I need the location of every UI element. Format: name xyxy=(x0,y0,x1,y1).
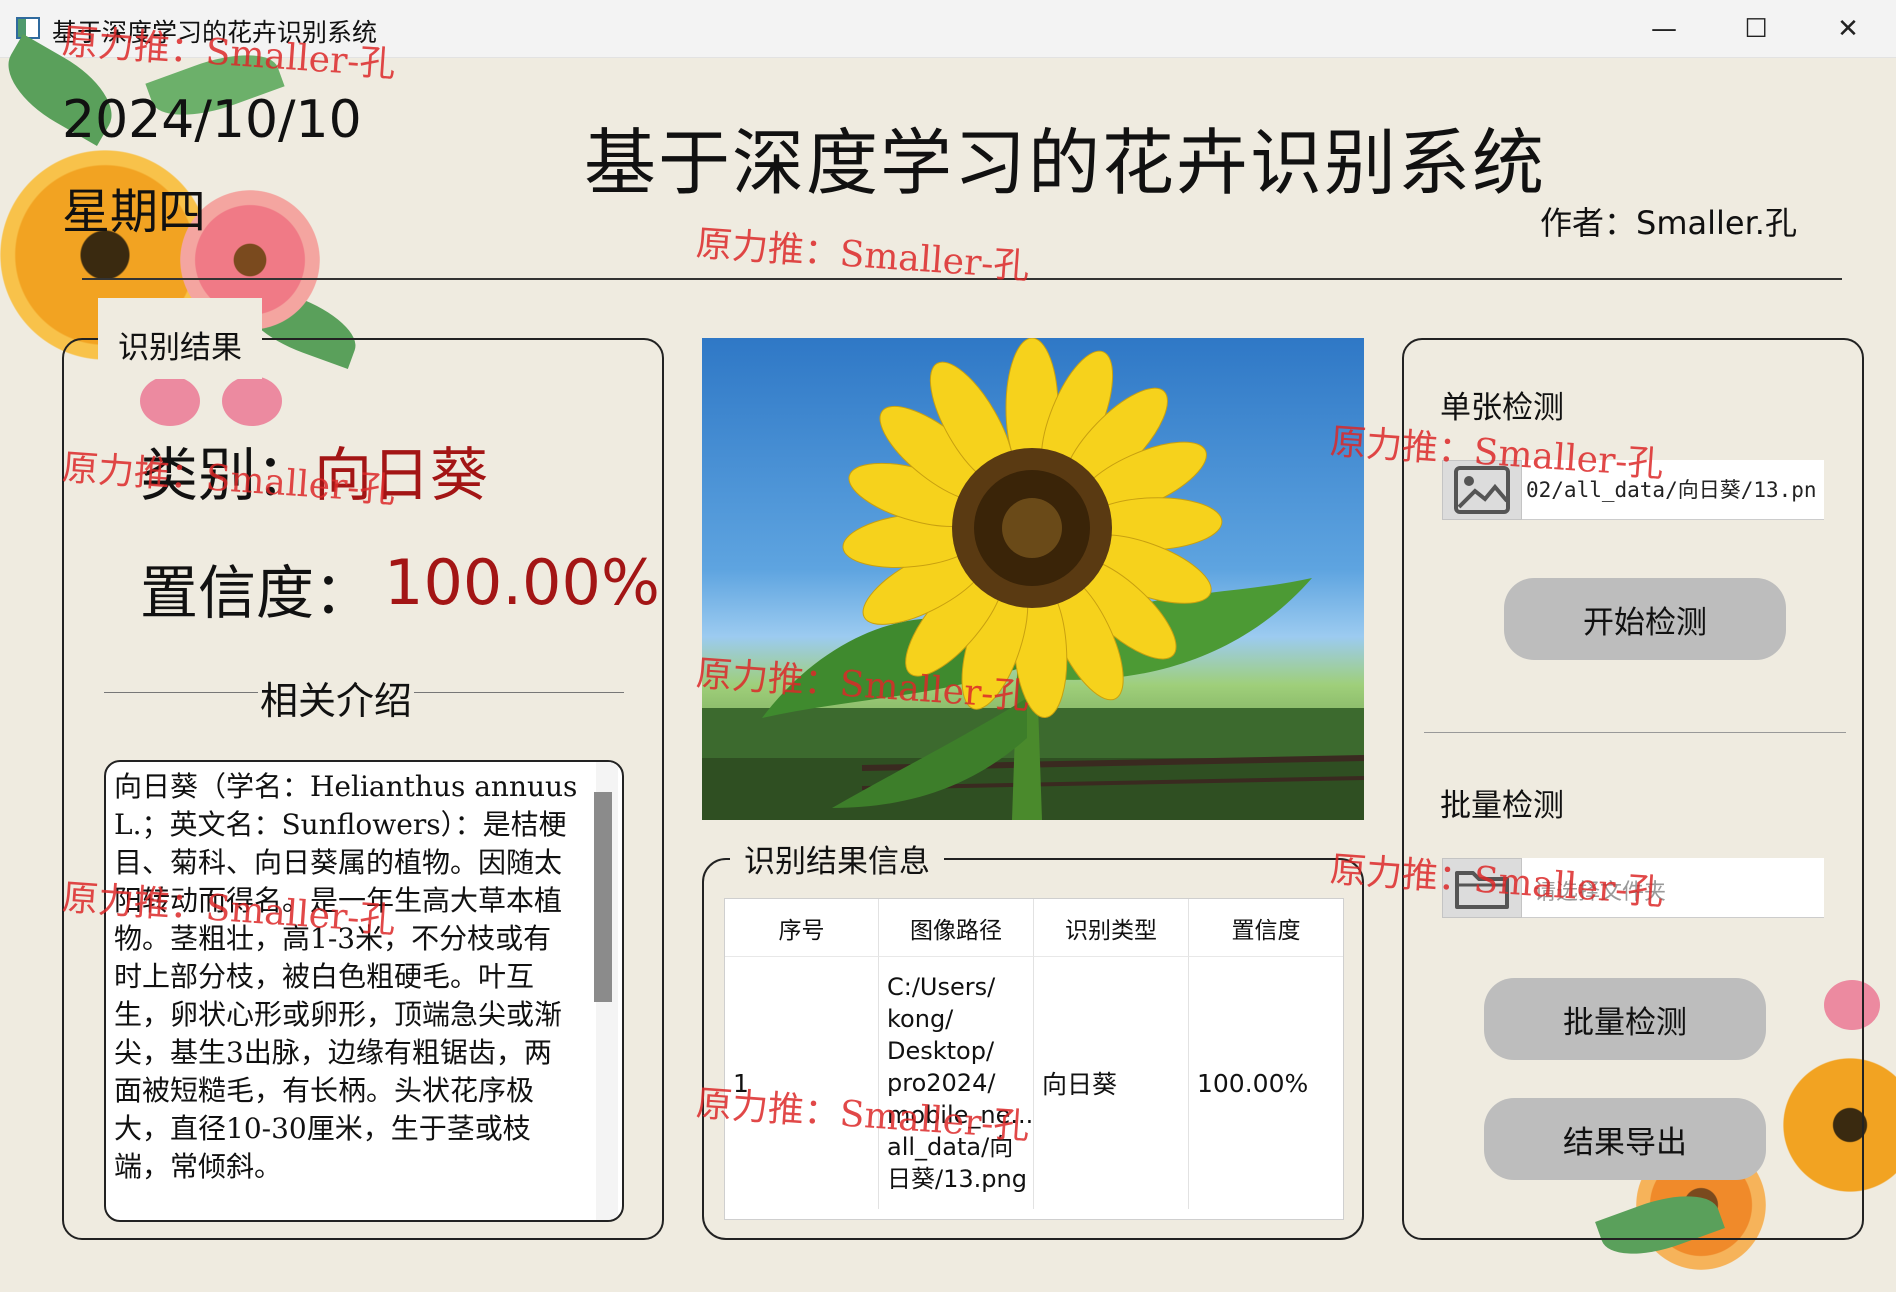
image-path-value: 02/all_data/向日葵/13.png xyxy=(1526,478,1816,502)
maximize-button[interactable]: ☐ xyxy=(1710,0,1802,58)
window-title: 基于深度学习的花卉识别系统 xyxy=(52,18,378,47)
table-header-path[interactable]: 图像路径 xyxy=(879,899,1034,957)
folder-icon xyxy=(1455,871,1509,909)
info-group-title: 识别结果信息 xyxy=(730,836,944,881)
sunflower-image xyxy=(702,338,1364,820)
result-panel: 识别结果 类别：向日葵 置信度： 100.00% 相关介绍 向日葵（学名：Hel… xyxy=(62,298,664,1240)
table-cell-index[interactable]: 1 xyxy=(725,957,879,1209)
result-group-title: 识别结果 xyxy=(98,298,262,379)
table-cell-path[interactable]: C:/Users/ kong/ Desktop/ pro2024/ mobile… xyxy=(879,957,1034,1209)
image-icon xyxy=(1454,466,1510,514)
section-divider xyxy=(1424,732,1846,733)
batch-detect-button[interactable]: 批量检测 xyxy=(1484,978,1766,1060)
page-title: 基于深度学习的花卉识别系统 xyxy=(584,121,1547,205)
date-display: 2024/10/10 xyxy=(62,90,362,150)
header-divider xyxy=(82,278,1842,280)
info-panel: 识别结果信息 序号 图像路径 识别类型 置信度 1 C:/Users/ kong… xyxy=(702,836,1364,1240)
intro-title: 相关介绍 xyxy=(258,670,415,725)
confidence-value: 100.00% xyxy=(384,546,660,619)
intro-textbox[interactable]: 向日葵（学名：Helianthus annuus L.；英文名：Sunflowe… xyxy=(104,760,624,1222)
confidence-label: 置信度： xyxy=(140,559,373,627)
category-row: 类别：向日葵 xyxy=(140,428,488,512)
app-icon xyxy=(16,17,40,39)
close-button[interactable]: ✕ xyxy=(1802,0,1894,58)
table-header-confidence[interactable]: 置信度 xyxy=(1189,899,1343,957)
table-cell-type[interactable]: 向日葵 xyxy=(1034,957,1189,1209)
minimize-button[interactable]: — xyxy=(1618,0,1710,58)
folder-path-field[interactable]: 请选择文件夹 xyxy=(1442,858,1824,918)
single-detect-title: 单张检测 xyxy=(1440,390,1564,426)
control-panel: 单张检测 02/all_data/向日葵/13.png 开始检测 批量检测 请选… xyxy=(1402,338,1864,1240)
table-header-type[interactable]: 识别类型 xyxy=(1034,899,1189,957)
result-table[interactable]: 序号 图像路径 识别类型 置信度 1 C:/Users/ kong/ Deskt… xyxy=(724,898,1344,1220)
start-detect-button[interactable]: 开始检测 xyxy=(1504,578,1786,660)
author-label: 作者：Smaller.孔 xyxy=(1540,204,1797,242)
category-label: 类别： xyxy=(140,441,315,509)
image-path-field[interactable]: 02/all_data/向日葵/13.png xyxy=(1442,460,1824,520)
window-title-bar: 基于深度学习的花卉识别系统 — ☐ ✕ xyxy=(0,0,1896,58)
intro-text: 向日葵（学名：Helianthus annuus L.；英文名：Sunflowe… xyxy=(114,770,578,1183)
export-results-button[interactable]: 结果导出 xyxy=(1484,1098,1766,1180)
detected-image xyxy=(702,338,1364,820)
category-value: 向日葵 xyxy=(314,441,489,509)
scrollbar-thumb[interactable] xyxy=(594,792,612,1002)
weekday-display: 星期四 xyxy=(62,184,207,240)
select-folder-button[interactable] xyxy=(1442,858,1522,918)
table-cell-confidence[interactable]: 100.00% xyxy=(1189,957,1343,1209)
scrollbar-track[interactable] xyxy=(594,762,618,1220)
folder-path-placeholder: 请选择文件夹 xyxy=(1534,880,1667,905)
select-image-button[interactable] xyxy=(1442,460,1522,520)
table-header-index[interactable]: 序号 xyxy=(725,899,879,957)
batch-detect-title: 批量检测 xyxy=(1440,788,1564,824)
